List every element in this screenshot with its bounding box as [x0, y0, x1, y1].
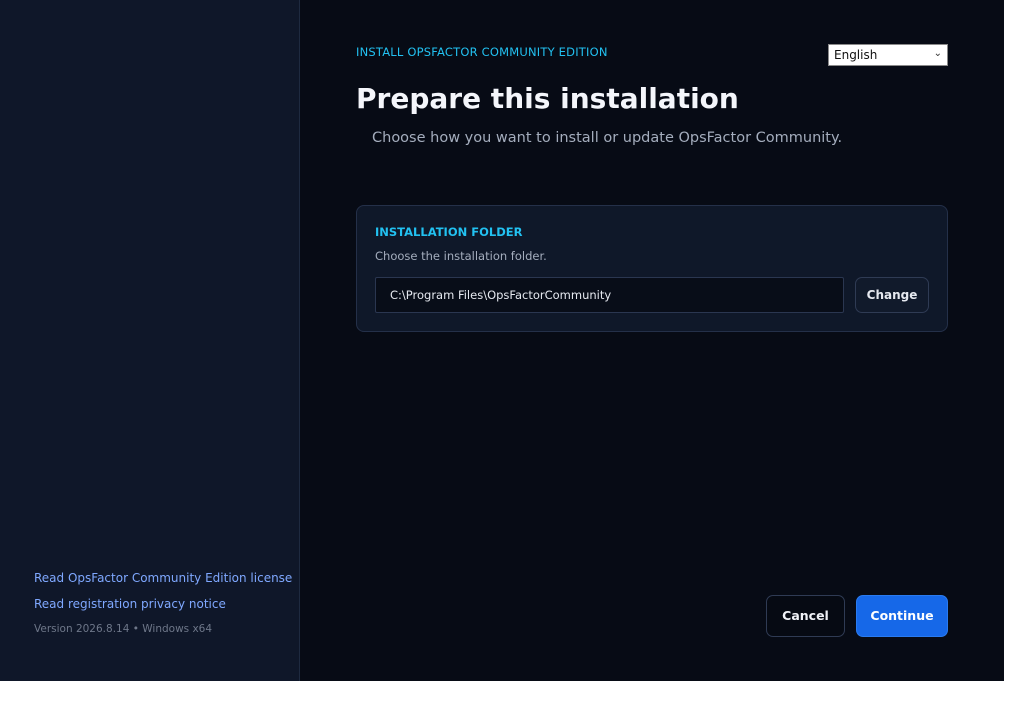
installation-path-field[interactable]: C:\Program Files\OpsFactorCommunity — [375, 277, 844, 313]
sidebar: Read OpsFactor Community Edition license… — [0, 0, 300, 681]
install-eyebrow: INSTALL OPSFACTOR COMMUNITY EDITION — [356, 45, 608, 59]
license-link[interactable]: Read OpsFactor Community Edition license — [34, 571, 292, 586]
page-subtitle: Choose how you want to install or update… — [372, 130, 843, 146]
chevron-down-icon: ⌄ — [933, 48, 942, 59]
installer-window: Read OpsFactor Community Edition license… — [0, 0, 1004, 681]
installation-folder-description: Choose the installation folder. — [375, 249, 547, 263]
cancel-button[interactable]: Cancel — [766, 595, 845, 637]
change-folder-button[interactable]: Change — [855, 277, 929, 313]
version-text: Version 2026.8.14 • Windows x64 — [34, 623, 213, 635]
installation-folder-card: INSTALLATION FOLDER Choose the installat… — [356, 205, 948, 332]
sidebar-links: Read OpsFactor Community Edition license… — [34, 571, 292, 635]
installation-folder-title: INSTALLATION FOLDER — [375, 225, 523, 239]
privacy-notice-link[interactable]: Read registration privacy notice — [34, 597, 292, 612]
language-select[interactable]: English ⌄ — [828, 44, 948, 66]
continue-button[interactable]: Continue — [856, 595, 948, 637]
page-title: Prepare this installation — [356, 82, 739, 115]
main-panel: INSTALL OPSFACTOR COMMUNITY EDITION Engl… — [300, 0, 1004, 681]
language-selected-value: English — [834, 48, 878, 62]
